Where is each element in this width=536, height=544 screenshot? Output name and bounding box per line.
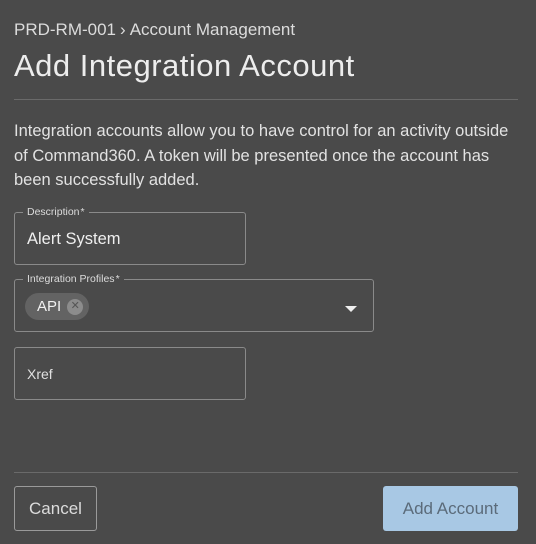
breadcrumb-separator: › [120, 20, 126, 39]
cancel-button[interactable]: Cancel [14, 486, 97, 531]
description-input[interactable]: Alert System [27, 230, 121, 249]
header-divider [14, 99, 518, 100]
integration-profiles-label: Integration Profiles* [23, 273, 124, 286]
description-field[interactable]: Description* Alert System [14, 206, 246, 265]
breadcrumb-parent[interactable]: PRD-RM-001 [14, 20, 116, 39]
caret-down-icon[interactable] [345, 306, 357, 312]
page-title: Add Integration Account [14, 48, 355, 83]
profile-chip-api: API ✕ [25, 293, 90, 320]
xref-field[interactable]: Xref [14, 347, 246, 400]
close-circle-icon[interactable]: ✕ [67, 298, 84, 315]
footer-divider [14, 472, 518, 473]
required-mark: * [115, 273, 120, 285]
breadcrumb: PRD-RM-001 › Account Management [14, 20, 295, 40]
description-text: Integration accounts allow you to have c… [14, 122, 509, 189]
breadcrumb-current: Account Management [129, 20, 296, 39]
required-mark: * [80, 206, 85, 218]
description-field-label: Description* [23, 206, 89, 219]
integration-profiles-select[interactable]: Integration Profiles* API ✕ [14, 273, 374, 332]
add-integration-account-dialog: PRD-RM-001 › Account Management Add Integr… [0, 0, 536, 544]
add-account-button[interactable]: Add Account [383, 486, 518, 531]
xref-input[interactable]: Xref [27, 366, 53, 382]
profile-chip-label: API [37, 298, 62, 315]
